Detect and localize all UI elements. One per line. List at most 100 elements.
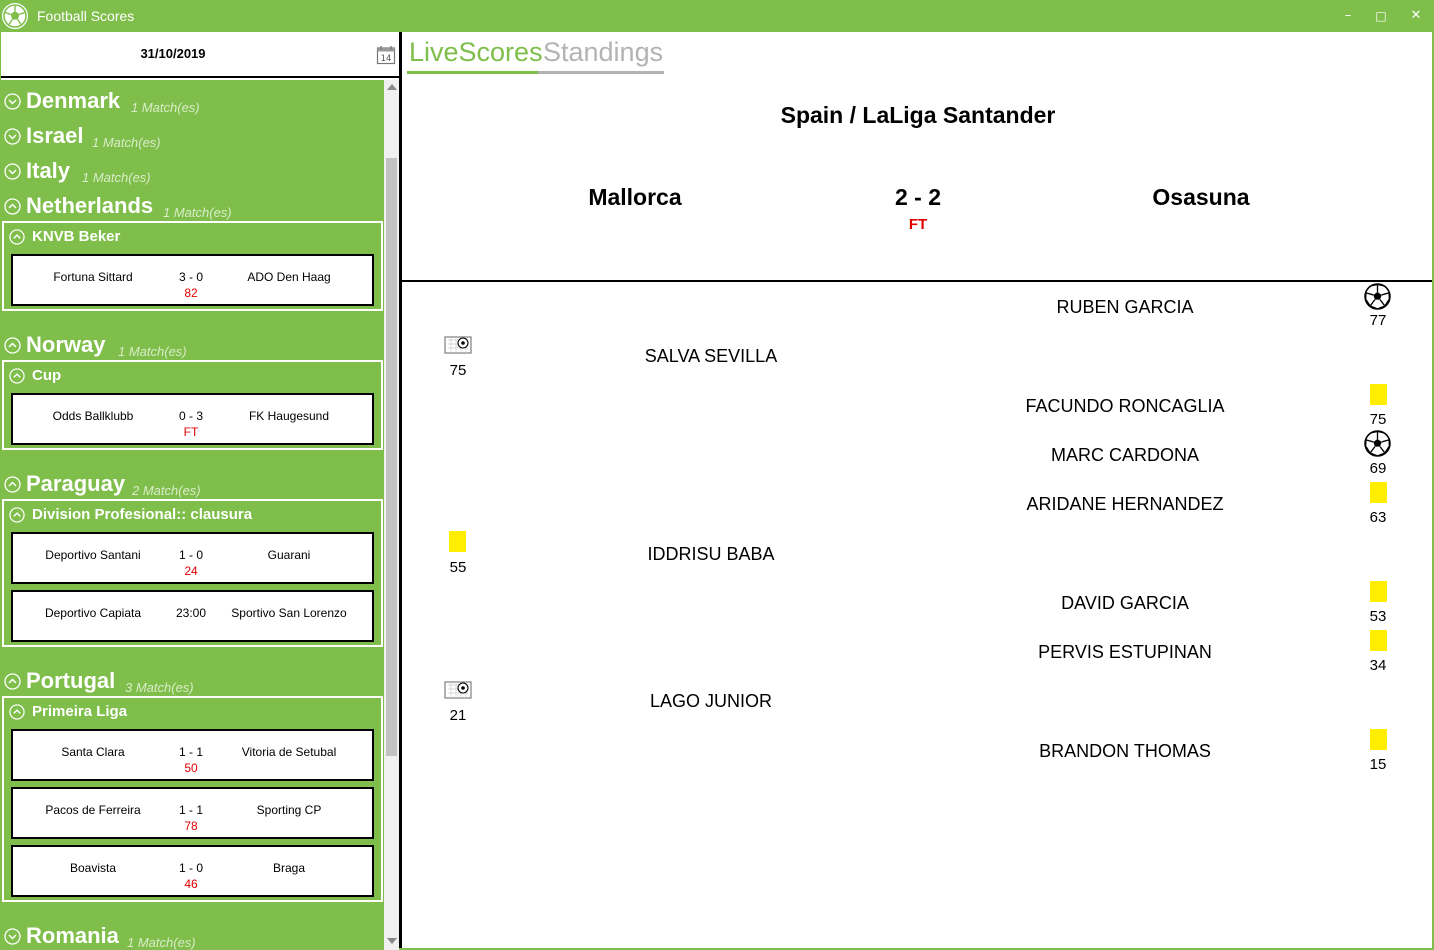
country-row-portugal[interactable]: Portugal 3 Match(es): [1, 664, 384, 698]
league-name: Division Profesional:: clausura: [32, 506, 253, 523]
event-player: PERVIS ESTUPINAN: [1038, 642, 1212, 662]
league-group-paraguay: Division Profesional:: clausura Deportiv…: [2, 499, 383, 647]
match-status: FT: [183, 425, 199, 439]
match-count: 3 Match(es): [125, 680, 194, 695]
match-count: 1 Match(es): [163, 205, 232, 220]
away-team: ADO Den Haag: [247, 270, 331, 284]
title-bar: Football Scores – □ ✕: [0, 0, 1434, 32]
match-count: 1 Match(es): [127, 935, 196, 950]
maximize-button[interactable]: □: [1369, 6, 1393, 26]
country-row-paraguay[interactable]: Paraguay 2 Match(es): [1, 467, 384, 501]
country-row-israel[interactable]: Israel 1 Match(es): [1, 119, 384, 153]
home-team: Santa Clara: [61, 745, 125, 759]
away-team: FK Haugesund: [248, 409, 330, 423]
away-team: Sportivo San Lorenzo: [231, 606, 347, 620]
away-team: Braga: [272, 861, 306, 875]
league-name: Cup: [32, 367, 62, 384]
window-title: Football Scores: [37, 8, 135, 24]
match-list: Fortuna Sittard 3 - 0 ADO Den Haag 82: [4, 251, 381, 309]
event-player: DAVID GARCIA: [1061, 593, 1189, 613]
home-team: Boavista: [69, 861, 117, 875]
chevron-down-icon: [4, 928, 21, 945]
chevron-up-icon: [4, 198, 21, 215]
league-header[interactable]: KNVB Beker: [4, 223, 381, 251]
match-count: 1 Match(es): [92, 135, 161, 150]
league-group-netherlands: KNVB Beker Fortuna Sittard 3 - 0 ADO Den…: [2, 221, 383, 311]
match-card[interactable]: Santa Clara 1 - 1 Vitoria de Setubal 50: [11, 729, 374, 781]
match-count: 1 Match(es): [82, 170, 151, 185]
match-list: Santa Clara 1 - 1 Vitoria de Setubal 50 …: [4, 726, 381, 900]
country-row-denmark[interactable]: Denmark 1 Match(es): [1, 84, 384, 118]
chevron-up-icon: [4, 337, 21, 354]
match-card[interactable]: Boavista 1 - 0 Braga 46: [11, 845, 374, 897]
home-team: Deportivo Santani: [45, 548, 141, 562]
country-name: Romania: [26, 923, 119, 948]
league-group-portugal: Primeira Liga Santa Clara 1 - 1 Vitoria …: [2, 696, 383, 902]
country-row-norway[interactable]: Norway 1 Match(es): [1, 328, 384, 362]
calendar-day-text: 14: [381, 54, 392, 64]
event-player: IDDRISU BABA: [647, 544, 775, 564]
scroll-down-arrow-icon[interactable]: [387, 938, 397, 944]
event-player: SALVA SEVILLA: [644, 346, 778, 366]
league-header[interactable]: Primeira Liga: [4, 698, 381, 726]
away-team: Guarani: [267, 548, 311, 562]
chevron-up-icon: [9, 368, 25, 384]
country-row-italy[interactable]: Italy 1 Match(es): [1, 154, 384, 188]
close-button[interactable]: ✕: [1404, 6, 1428, 26]
home-team: Deportivo Capiata: [44, 606, 142, 620]
country-name: Israel: [26, 123, 84, 148]
event-player: ARIDANE HERNANDEZ: [1026, 494, 1224, 514]
yellow-card-icon: [1370, 729, 1387, 750]
league-name: KNVB Beker: [32, 228, 121, 245]
yellow-card-icon: [1370, 581, 1387, 602]
soccer-ball-icon: [1364, 283, 1391, 310]
chevron-up-icon: [9, 507, 25, 523]
match-status: 24: [184, 564, 198, 578]
penalty-goal-icon: [444, 336, 472, 354]
country-name: Norway: [26, 332, 106, 357]
match-card[interactable]: Deportivo Capiata 23:00 Sportivo San Lor…: [11, 590, 374, 642]
soccer-ball-icon: [1364, 430, 1391, 457]
match-card[interactable]: Deportivo Santani 1 - 0 Guarani 24: [11, 532, 374, 584]
selected-date[interactable]: 31/10/2019: [123, 46, 223, 61]
event-player: RUBEN GARCIA: [1056, 297, 1194, 317]
event-minute: 69: [1369, 460, 1387, 477]
chevron-up-icon: [4, 673, 21, 690]
event-minute: 34: [1369, 657, 1387, 674]
home-team-name: Mallorca: [588, 184, 682, 210]
country-row-netherlands[interactable]: Netherlands 1 Match(es): [1, 189, 384, 223]
away-team: Sporting CP: [256, 803, 322, 817]
event-player: BRANDON THOMAS: [1039, 741, 1211, 761]
tab-standings[interactable]: Standings: [543, 37, 663, 68]
penalty-goal-icon: [444, 681, 472, 699]
calendar-icon[interactable]: 14: [376, 45, 396, 65]
match-card[interactable]: Pacos de Ferreira 1 - 1 Sporting CP 78: [11, 787, 374, 839]
match-status: 78: [184, 819, 198, 833]
match-count: 1 Match(es): [118, 344, 187, 359]
match-count: 1 Match(es): [131, 100, 200, 115]
country-row-romania[interactable]: Romania 1 Match(es): [1, 919, 384, 950]
scrollbar-thumb[interactable]: [386, 158, 397, 756]
scroll-up-arrow-icon[interactable]: [387, 84, 397, 90]
minimize-button[interactable]: –: [1336, 6, 1360, 26]
yellow-card-icon: [1370, 384, 1387, 405]
event-minute: 21: [449, 707, 467, 724]
yellow-card-icon: [449, 531, 466, 552]
match-list: Odds Ballklubb 0 - 3 FK Haugesund FT: [4, 390, 381, 448]
league-header[interactable]: Cup: [4, 362, 381, 390]
yellow-card-icon: [1370, 630, 1387, 651]
country-name: Netherlands: [26, 193, 154, 218]
chevron-up-icon: [9, 704, 25, 720]
tab-livescores[interactable]: LiveScores: [409, 37, 543, 68]
event-player: LAGO JUNIOR: [649, 691, 773, 711]
sidebar-scrollbar[interactable]: [384, 80, 399, 950]
match-status: 50: [184, 761, 198, 775]
country-list: Denmark 1 Match(es) Israel 1 Match(es) I…: [1, 80, 384, 950]
match-score: 2 - 2: [894, 184, 942, 210]
league-header[interactable]: Division Profesional:: clausura: [4, 501, 381, 529]
match-card[interactable]: Fortuna Sittard 3 - 0 ADO Den Haag 82: [11, 254, 374, 306]
match-list: Deportivo Santani 1 - 0 Guarani 24 Depor…: [4, 529, 381, 645]
match-card[interactable]: Odds Ballklubb 0 - 3 FK Haugesund FT: [11, 393, 374, 445]
home-team: Odds Ballklubb: [52, 409, 134, 423]
country-name: Italy: [26, 158, 71, 183]
